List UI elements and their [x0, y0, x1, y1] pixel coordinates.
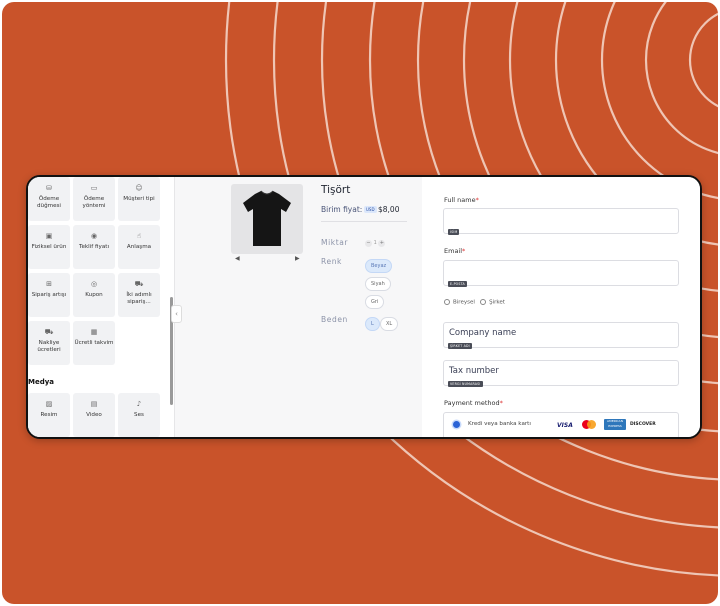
- palette-tile-order-bump[interactable]: ⊞ Sipariş artışı: [28, 273, 70, 317]
- visa-logo: VISA: [557, 422, 573, 429]
- money-icon: ⛁: [46, 184, 52, 192]
- palette-tile-video[interactable]: ▤ Video: [73, 393, 115, 437]
- palette-tile-agreement[interactable]: ☝ Anlaşma: [118, 225, 160, 269]
- palette-tile-audio[interactable]: ♪ Ses: [118, 393, 160, 437]
- audio-icon: ♪: [136, 400, 142, 408]
- image-prev-arrow[interactable]: ◀: [235, 255, 240, 262]
- palette-tile-physical-product[interactable]: ▣ Fiziksel ürün: [28, 225, 70, 269]
- mastercard-logo-overlap: [587, 420, 596, 429]
- quantity-label: Miktar: [321, 238, 349, 247]
- palette-tile-customer-type[interactable]: ☺ Müşteri tipi: [118, 177, 160, 221]
- color-option-gray[interactable]: Gri: [365, 295, 385, 309]
- discover-logo: DISCOVER: [630, 422, 656, 427]
- tag-icon: ◉: [90, 232, 98, 240]
- payment-radio-selected[interactable]: [453, 421, 460, 428]
- user-icon: ☺: [135, 184, 143, 192]
- checkout-form: Full name* İSİM Email* E-POSTA Bireysel …: [422, 177, 700, 437]
- quantity-stepper[interactable]: − 1 +: [365, 240, 386, 247]
- field-tag: ŞİRKET ADI: [448, 343, 472, 349]
- image-next-arrow[interactable]: ▶: [295, 255, 300, 262]
- color-label: Renk: [321, 257, 342, 266]
- full-name-field[interactable]: İSİM: [443, 208, 679, 235]
- color-option-white[interactable]: Beyaz: [365, 259, 393, 273]
- size-label: Beden: [321, 315, 348, 324]
- palette-tile-payment-method[interactable]: ▭ Ödeme yöntemi: [73, 177, 115, 221]
- payment-method-label: Payment method*: [444, 399, 503, 407]
- cart-icon: ⛟: [134, 280, 144, 288]
- media-section-title: Medya: [28, 378, 55, 386]
- collapse-panel-button[interactable]: ‹: [171, 305, 182, 323]
- builder-window: ⛁ Ödeme düğmesi ▭ Ödeme yöntemi ☺ Müşteri t…: [26, 175, 702, 439]
- coupon-icon: ◎: [90, 280, 98, 288]
- payment-option-label: Kredi veya banka kartı: [468, 421, 531, 427]
- quantity-value: 1: [373, 240, 377, 246]
- calendar-icon: ▦: [90, 328, 98, 336]
- palette-tile-image[interactable]: ▨ Resim: [28, 393, 70, 437]
- company-name-placeholder: Company name: [449, 328, 517, 338]
- video-icon: ▤: [90, 400, 98, 408]
- currency-badge: USD: [364, 206, 377, 213]
- unit-price-value: $8,00: [378, 205, 400, 214]
- handshake-icon: ☝: [136, 232, 142, 240]
- card-icon: ▭: [90, 184, 98, 192]
- size-option-xl[interactable]: XL: [380, 317, 399, 331]
- palette-tile-shipping-fees[interactable]: ⛟ Nakliye ücretleri: [28, 321, 70, 365]
- palette-tile-coupon[interactable]: ◎ Kupon: [73, 273, 115, 317]
- box-icon: ▣: [45, 232, 53, 240]
- divider: [321, 221, 407, 222]
- radio-company[interactable]: [480, 299, 487, 305]
- palette-tile-offer-price[interactable]: ◉ Teklif fiyatı: [73, 225, 115, 269]
- palette-tile-paid-calendar[interactable]: ▦ Ücretli takvim: [73, 321, 115, 365]
- field-tag: VERGİ NUMARASI: [448, 381, 483, 387]
- palette-tile-payment-button[interactable]: ⛁ Ödeme düğmesi: [28, 177, 70, 221]
- truck-icon: ⛟: [44, 328, 54, 336]
- product-preview: ‹ ◀ ▶ Tişört Birim fiyat: USD $8,00 Mikt…: [171, 177, 423, 437]
- amex-logo: AMERICAN EXPRESS: [604, 419, 626, 430]
- element-palette: ⛁ Ödeme düğmesi ▭ Ödeme yöntemi ☺ Müşteri t…: [28, 177, 174, 437]
- image-icon: ▨: [45, 400, 53, 408]
- palette-tile-two-step-order[interactable]: ⛟ İki adımlı sipariş...: [118, 273, 160, 317]
- email-label: Email*: [444, 247, 466, 255]
- field-tag: E-POSTA: [448, 281, 467, 287]
- chevron-left-icon: ‹: [175, 310, 178, 318]
- plus-icon[interactable]: +: [378, 240, 386, 247]
- tshirt-icon: [243, 190, 291, 246]
- product-image[interactable]: [231, 184, 303, 254]
- payment-option-card[interactable]: Kredi veya banka kartı VISA AMERICAN EXP…: [443, 412, 679, 437]
- tax-number-placeholder: Tax number: [449, 366, 499, 376]
- color-option-black[interactable]: Siyah: [365, 277, 391, 291]
- field-tag: İSİM: [448, 229, 460, 235]
- email-field[interactable]: E-POSTA: [443, 260, 679, 287]
- full-name-label: Full name*: [444, 196, 479, 204]
- customer-type-radios: Bireysel Şirket: [444, 299, 505, 306]
- product-title: Tişört: [321, 184, 351, 196]
- minus-icon[interactable]: −: [365, 240, 372, 247]
- radio-individual[interactable]: [444, 299, 450, 305]
- company-name-field[interactable]: Company name ŞİRKET ADI: [443, 322, 679, 349]
- tax-number-field[interactable]: Tax number VERGİ NUMARASI: [443, 360, 679, 387]
- cart-plus-icon: ⊞: [46, 280, 52, 288]
- size-option-l[interactable]: L: [365, 317, 380, 331]
- hero-background: ⛁ Ödeme düğmesi ▭ Ödeme yöntemi ☺ Müşteri t…: [2, 2, 718, 604]
- unit-price-label: Birim fiyat:: [321, 205, 363, 214]
